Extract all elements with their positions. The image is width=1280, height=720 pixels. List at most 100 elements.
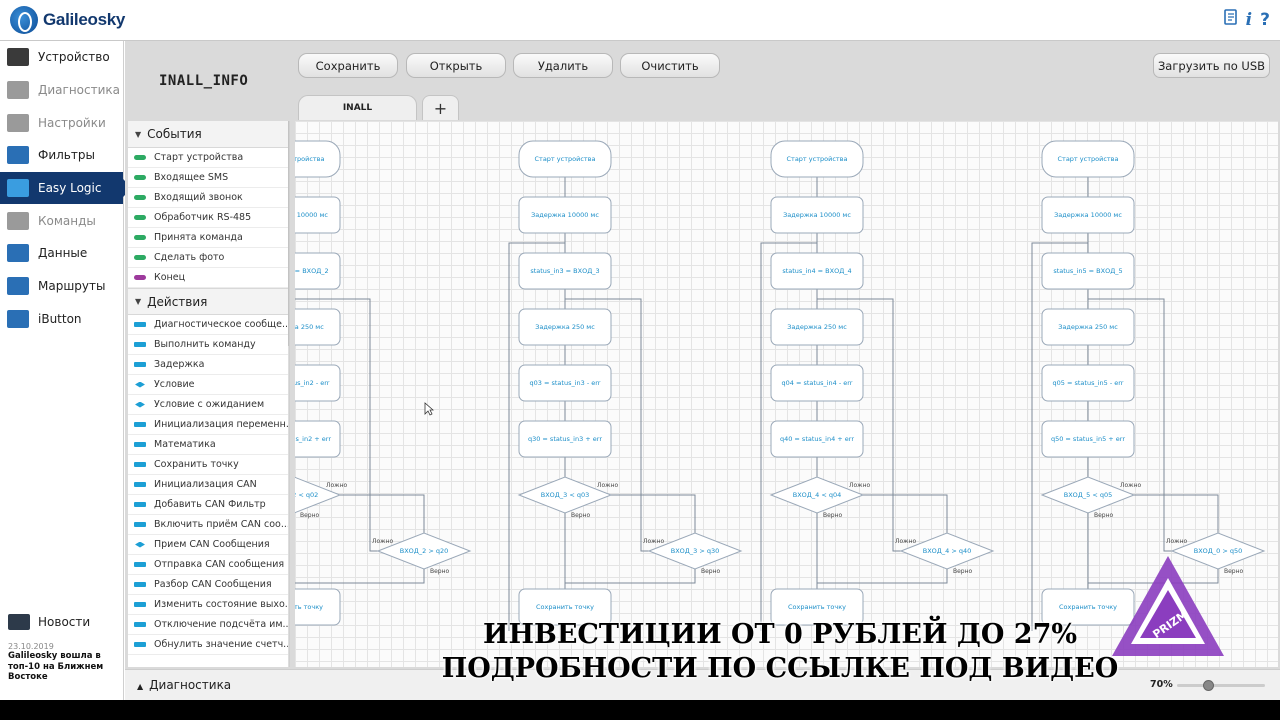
palette-event-item[interactable]: Принята команда xyxy=(128,228,289,248)
sidebar-item-label: Фильтры xyxy=(38,148,95,163)
palette-action-item[interactable]: Математика xyxy=(128,435,289,455)
delete-button[interactable]: Удалить xyxy=(513,53,613,78)
flow-block-label: Сохранить точку xyxy=(788,603,846,611)
false-branch-label: Ложно xyxy=(643,538,665,545)
data-icon xyxy=(7,244,29,263)
actions-list: Диагностическое сообще... Выполнить коман… xyxy=(128,315,289,655)
palette-item-label: Условие с ожиданием xyxy=(154,399,265,410)
palette-scrollbar[interactable] xyxy=(288,121,289,667)
flow-connector xyxy=(295,569,425,584)
palette-event-item[interactable]: Конец xyxy=(128,268,289,288)
sidebar-item-настройки[interactable]: Настройки xyxy=(0,106,123,139)
flow-block-label: Задержка 10000 мс xyxy=(295,211,328,219)
block-type-icon xyxy=(134,195,146,200)
palette-item-label: Прием CAN Сообщения xyxy=(154,539,270,550)
palette-action-item[interactable]: Разбор CAN Сообщения xyxy=(128,575,289,595)
help-icon[interactable]: ? xyxy=(1260,10,1270,30)
palette-action-item[interactable]: Условие с ожиданием xyxy=(128,395,289,415)
ibutton-icon xyxy=(7,309,29,328)
open-button[interactable]: Открыть xyxy=(406,53,506,78)
palette-item-label: Отключение подсчёта им... xyxy=(154,619,290,630)
info-icon[interactable]: i xyxy=(1246,10,1252,30)
flow-block-label: Задержка 250 мс xyxy=(787,323,847,331)
palette-item-label: Инициализация CAN xyxy=(154,479,257,490)
flow-connector xyxy=(340,494,425,533)
block-type-icon xyxy=(134,642,146,647)
palette-action-item[interactable]: Обнулить значение счетч... xyxy=(128,635,289,655)
diagnostics-icon xyxy=(7,81,29,100)
flow-block-label: Старт устройства xyxy=(535,155,596,163)
zoom-level: 70% xyxy=(1150,679,1173,690)
add-tab-button[interactable]: + xyxy=(422,95,459,120)
palette-action-item[interactable]: Отправка CAN сообщения xyxy=(128,555,289,575)
events-section-header[interactable]: ▼ События xyxy=(128,121,289,148)
top-icons: i ? xyxy=(1223,9,1270,30)
palette-item-label: Добавить CAN Фильтр xyxy=(154,499,266,510)
palette-action-item[interactable]: Условие xyxy=(128,375,289,395)
tab-inall[interactable]: INALL xyxy=(298,95,417,120)
upload-usb-button[interactable]: Загрузить по USB xyxy=(1153,53,1270,78)
block-type-icon xyxy=(134,175,146,180)
flow-block-label: q03 = status_in3 - err xyxy=(530,379,601,387)
block-type-icon xyxy=(134,622,146,627)
logo[interactable]: Galileosky xyxy=(10,6,125,34)
news-link[interactable]: Новости xyxy=(8,614,120,630)
palette-action-item[interactable]: Включить приём CAN соо... xyxy=(128,515,289,535)
flow-block-label: q30 = status_in3 + err xyxy=(528,435,602,443)
palette-action-item[interactable]: Сохранить точку xyxy=(128,455,289,475)
sidebar-item-устройство[interactable]: Устройство xyxy=(0,41,123,74)
palette-action-item[interactable]: Добавить CAN Фильтр xyxy=(128,495,289,515)
sidebar-item-диагностика[interactable]: Диагностика xyxy=(0,74,123,107)
palette-action-item[interactable]: Задержка xyxy=(128,355,289,375)
palette-action-item[interactable]: Отключение подсчёта им... xyxy=(128,615,289,635)
zoom-slider-knob[interactable] xyxy=(1202,680,1214,691)
block-type-icon xyxy=(134,235,146,240)
sidebar-item-easy-logic[interactable]: Easy Logic xyxy=(0,171,132,205)
events-header-label: События xyxy=(147,127,202,141)
condition-block-icon xyxy=(135,541,145,548)
book-icon[interactable] xyxy=(1223,9,1238,30)
flow-block-label: Задержка 10000 мс xyxy=(531,211,599,219)
news-text[interactable]: Galileosky вошла в топ-10 на Ближнем Вос… xyxy=(8,651,120,683)
save-button[interactable]: Сохранить xyxy=(298,53,398,78)
easy-logic-icon xyxy=(7,179,29,198)
palette-action-item[interactable]: Инициализация CAN xyxy=(128,475,289,495)
palette-item-label: Инициализация переменн... xyxy=(154,419,290,430)
palette-action-item[interactable]: Изменить состояние выхо... xyxy=(128,595,289,615)
block-type-icon xyxy=(134,322,146,327)
palette-event-item[interactable]: Обработчик RS-485 xyxy=(128,208,289,228)
palette-action-item[interactable]: Инициализация переменн... xyxy=(128,415,289,435)
sidebar-item-маршруты[interactable]: Маршруты xyxy=(0,270,123,303)
flow-block-label: q02 = status_in2 - err xyxy=(295,379,330,387)
sidebar-item-фильтры[interactable]: Фильтры xyxy=(0,139,123,172)
palette-action-item[interactable]: Диагностическое сообще... xyxy=(128,315,289,335)
true-branch-label: Верно xyxy=(701,568,721,575)
palette-action-item[interactable]: Выполнить команду xyxy=(128,335,289,355)
commands-icon xyxy=(7,211,29,230)
palette-event-item[interactable]: Старт устройства xyxy=(128,148,289,168)
false-branch-label: Ложно xyxy=(895,538,917,545)
sidebar-item-ibutton[interactable]: iButton xyxy=(0,303,123,336)
zoom-slider[interactable] xyxy=(1177,680,1265,691)
diagnostics-label: Диагностика xyxy=(149,678,232,692)
collapse-triangle-icon: ▼ xyxy=(135,129,142,139)
palette-event-item[interactable]: Входящий звонок xyxy=(128,188,289,208)
palette-item-label: Конец xyxy=(154,272,186,283)
palette-item-label: Изменить состояние выхо... xyxy=(154,599,290,610)
condition-label: ВХОД_4 > q40 xyxy=(923,547,971,555)
sidebar-item-данные[interactable]: Данные xyxy=(0,237,123,270)
palette-item-label: Условие xyxy=(154,379,195,390)
sidebar: Устройство Диагностика Настройки Фильтры Eas… xyxy=(0,41,132,700)
project-title: INALL_INFO xyxy=(159,73,249,89)
palette-action-item[interactable]: Прием CAN Сообщения xyxy=(128,535,289,555)
palette-event-item[interactable]: Сделать фото xyxy=(128,248,289,268)
actions-section-header[interactable]: ▼ Действия xyxy=(128,288,289,315)
palette-item-label: Обработчик RS-485 xyxy=(154,212,252,223)
flow-block-label: q20 = status_in2 + err xyxy=(295,435,331,443)
block-type-icon xyxy=(134,362,146,367)
palette-event-item[interactable]: Входящее SMS xyxy=(128,168,289,188)
diagnostics-panel-toggle[interactable]: ▲ Диагностика xyxy=(137,678,231,692)
clear-button[interactable]: Очистить xyxy=(620,53,720,78)
promo-overlay: ИНВЕСТИЦИИ ОТ 0 РУБЛЕЙ ДО 27% ПОДРОБНОСТ… xyxy=(440,618,1120,686)
sidebar-item-команды[interactable]: Команды xyxy=(0,204,123,237)
